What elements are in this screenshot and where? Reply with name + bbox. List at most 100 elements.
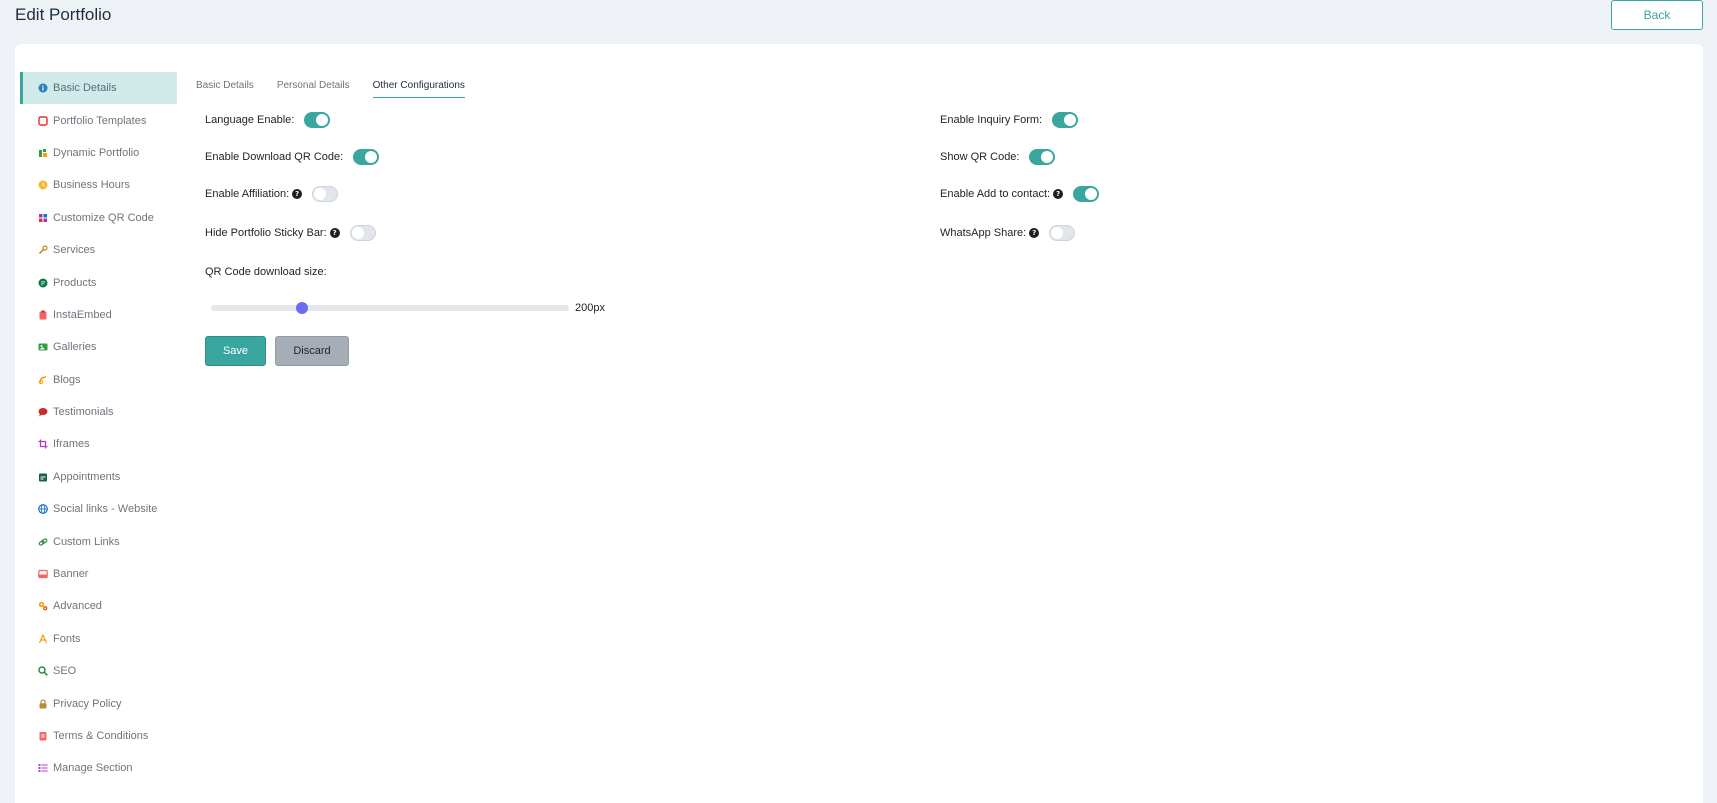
toggle-knob bbox=[1041, 151, 1054, 163]
chain-link-icon bbox=[38, 537, 48, 547]
clock-icon bbox=[38, 180, 48, 190]
sidebar-item-privacy-policy[interactable]: Privacy Policy bbox=[20, 687, 177, 719]
lock-icon bbox=[38, 699, 48, 709]
sidebar-item-label: Privacy Policy bbox=[53, 697, 122, 710]
sidebar-item-advanced[interactable]: Advanced bbox=[20, 590, 177, 622]
enable-affiliation-label: Enable Affiliation: bbox=[205, 188, 290, 200]
language-enable-toggle[interactable] bbox=[304, 112, 331, 128]
enable-inquiry-row: Enable Inquiry Form: bbox=[940, 110, 1079, 130]
sidebar-item-label: InstaEmbed bbox=[53, 308, 112, 321]
show-qr-row: Show QR Code: bbox=[940, 147, 1056, 167]
image-gallery-icon bbox=[38, 342, 48, 352]
enable-affiliation-toggle[interactable] bbox=[312, 186, 339, 202]
sidebar-item-label: Social links - Website bbox=[53, 503, 158, 516]
toggle-knob bbox=[316, 114, 329, 126]
sidebar-item-terms-conditions[interactable]: Terms & Conditions bbox=[20, 720, 177, 752]
svg-text:P: P bbox=[41, 279, 45, 287]
sidebar-item-fonts[interactable]: Fonts bbox=[20, 623, 177, 655]
sidebar-item-label: Blogs bbox=[53, 373, 81, 386]
toggle-knob bbox=[1085, 188, 1098, 200]
sidebar-item-seo[interactable]: SEO bbox=[20, 655, 177, 687]
enable-download-qr-row: Enable Download QR Code: bbox=[205, 147, 380, 167]
sidebar-item-label: Dynamic Portfolio bbox=[53, 146, 140, 159]
help-icon[interactable]: ? bbox=[329, 228, 340, 238]
tab-personal-details[interactable]: Personal Details bbox=[277, 78, 350, 98]
enable-add-contact-label: Enable Add to contact: bbox=[940, 188, 1051, 200]
sidebar-item-services[interactable]: Services bbox=[20, 234, 177, 266]
whatsapp-share-toggle[interactable] bbox=[1049, 225, 1076, 241]
sidebar-item-label: Business Hours bbox=[53, 179, 131, 192]
toggle-knob bbox=[351, 227, 364, 239]
sidebar-item-customize-qr-code[interactable]: Customize QR Code bbox=[20, 202, 177, 234]
enable-download-qr-toggle[interactable] bbox=[353, 149, 380, 165]
toggle-knob bbox=[1051, 227, 1064, 239]
enable-inquiry-toggle[interactable] bbox=[1052, 112, 1079, 128]
back-button[interactable]: Back bbox=[1611, 0, 1703, 30]
discard-button[interactable]: Discard bbox=[275, 336, 349, 366]
enable-add-contact-row: Enable Add to contact: ? bbox=[940, 184, 1100, 204]
slider-thumb[interactable] bbox=[296, 302, 309, 314]
sidebar-item-label: Customize QR Code bbox=[53, 211, 154, 224]
qr-size-slider[interactable] bbox=[211, 302, 569, 314]
hide-sticky-bar-toggle[interactable] bbox=[349, 225, 376, 241]
save-button[interactable]: Save bbox=[205, 336, 266, 366]
language-enable-row: Language Enable: bbox=[205, 110, 331, 130]
tab-basic-details[interactable]: Basic Details bbox=[196, 78, 254, 98]
sidebar-item-galleries[interactable]: Galleries bbox=[20, 331, 177, 363]
page-header: Edit Portfolio Back bbox=[0, 0, 1717, 44]
page-title: Edit Portfolio bbox=[15, 5, 112, 24]
sidebar-item-label: Portfolio Templates bbox=[53, 114, 147, 127]
sidebar-item-label: Manage Section bbox=[53, 762, 133, 775]
toggle-knob bbox=[1064, 114, 1077, 126]
sidebar-item-social-links-website[interactable]: Social links - Website bbox=[20, 493, 177, 525]
product-badge-icon: P bbox=[38, 278, 48, 288]
hide-sticky-bar-row: Hide Portfolio Sticky Bar: ? bbox=[205, 223, 376, 243]
crop-frame-icon bbox=[38, 439, 48, 449]
sidebar-item-label: Testimonials bbox=[53, 406, 114, 419]
sidebar-item-basic-details[interactable]: Basic Details bbox=[20, 72, 177, 105]
sidebar-item-manage-section[interactable]: Manage Section bbox=[20, 752, 177, 784]
sidebar-item-iframes[interactable]: Iframes bbox=[20, 428, 177, 460]
enable-affiliation-row: Enable Affiliation: ? bbox=[205, 184, 339, 204]
sidebar-item-portfolio-templates[interactable]: Portfolio Templates bbox=[20, 104, 177, 136]
wrench-icon bbox=[38, 245, 48, 255]
sidebar-item-label: SEO bbox=[53, 665, 77, 678]
sidebar-item-business-hours[interactable]: Business Hours bbox=[20, 169, 177, 201]
sidebar: Basic Details Portfolio Templates Dynamic … bbox=[20, 72, 177, 785]
info-circle-icon bbox=[38, 83, 48, 93]
qr-size-value: 200px bbox=[575, 302, 605, 314]
whatsapp-share-label: WhatsApp Share: bbox=[940, 227, 1027, 239]
sidebar-item-label: Basic Details bbox=[53, 82, 117, 95]
tab-other-configurations[interactable]: Other Configurations bbox=[372, 78, 465, 98]
sidebar-item-label: Custom Links bbox=[53, 535, 120, 548]
sidebar-item-label: Galleries bbox=[53, 341, 97, 354]
globe-icon bbox=[38, 504, 48, 515]
sidebar-item-blogs[interactable]: Blogs bbox=[20, 364, 177, 396]
sidebar-item-label: Advanced bbox=[53, 600, 102, 613]
help-icon[interactable]: ? bbox=[1053, 189, 1064, 199]
clipboard-icon bbox=[38, 310, 48, 320]
sidebar-item-instaembed[interactable]: InstaEmbed bbox=[20, 299, 177, 331]
template-icon bbox=[38, 115, 48, 126]
document-icon bbox=[38, 731, 48, 741]
help-icon[interactable]: ? bbox=[1029, 228, 1040, 238]
font-a-icon bbox=[38, 633, 48, 644]
toggle-knob bbox=[365, 151, 378, 163]
toggle-knob bbox=[314, 188, 327, 200]
tab-bar: Basic Details Personal Details Other Confi… bbox=[196, 78, 488, 102]
qr-size-label: QR Code download size: bbox=[205, 266, 327, 278]
sidebar-item-appointments[interactable]: Appointments bbox=[20, 461, 177, 493]
sidebar-item-label: Appointments bbox=[53, 470, 121, 483]
sidebar-item-banner[interactable]: Banner bbox=[20, 558, 177, 590]
sidebar-item-products[interactable]: P Products bbox=[20, 266, 177, 298]
sidebar-item-custom-links[interactable]: Custom Links bbox=[20, 525, 177, 557]
sidebar-item-label: Fonts bbox=[53, 632, 81, 645]
sidebar-item-dynamic-portfolio[interactable]: Dynamic Portfolio bbox=[20, 137, 177, 169]
enable-add-contact-toggle[interactable] bbox=[1073, 186, 1100, 202]
calendar-icon bbox=[38, 472, 48, 482]
enable-inquiry-label: Enable Inquiry Form: bbox=[940, 114, 1043, 126]
sidebar-item-testimonials[interactable]: Testimonials bbox=[20, 396, 177, 428]
help-icon[interactable]: ? bbox=[292, 189, 303, 199]
show-qr-toggle[interactable] bbox=[1029, 149, 1056, 165]
sidebar-item-label: Services bbox=[53, 244, 96, 257]
